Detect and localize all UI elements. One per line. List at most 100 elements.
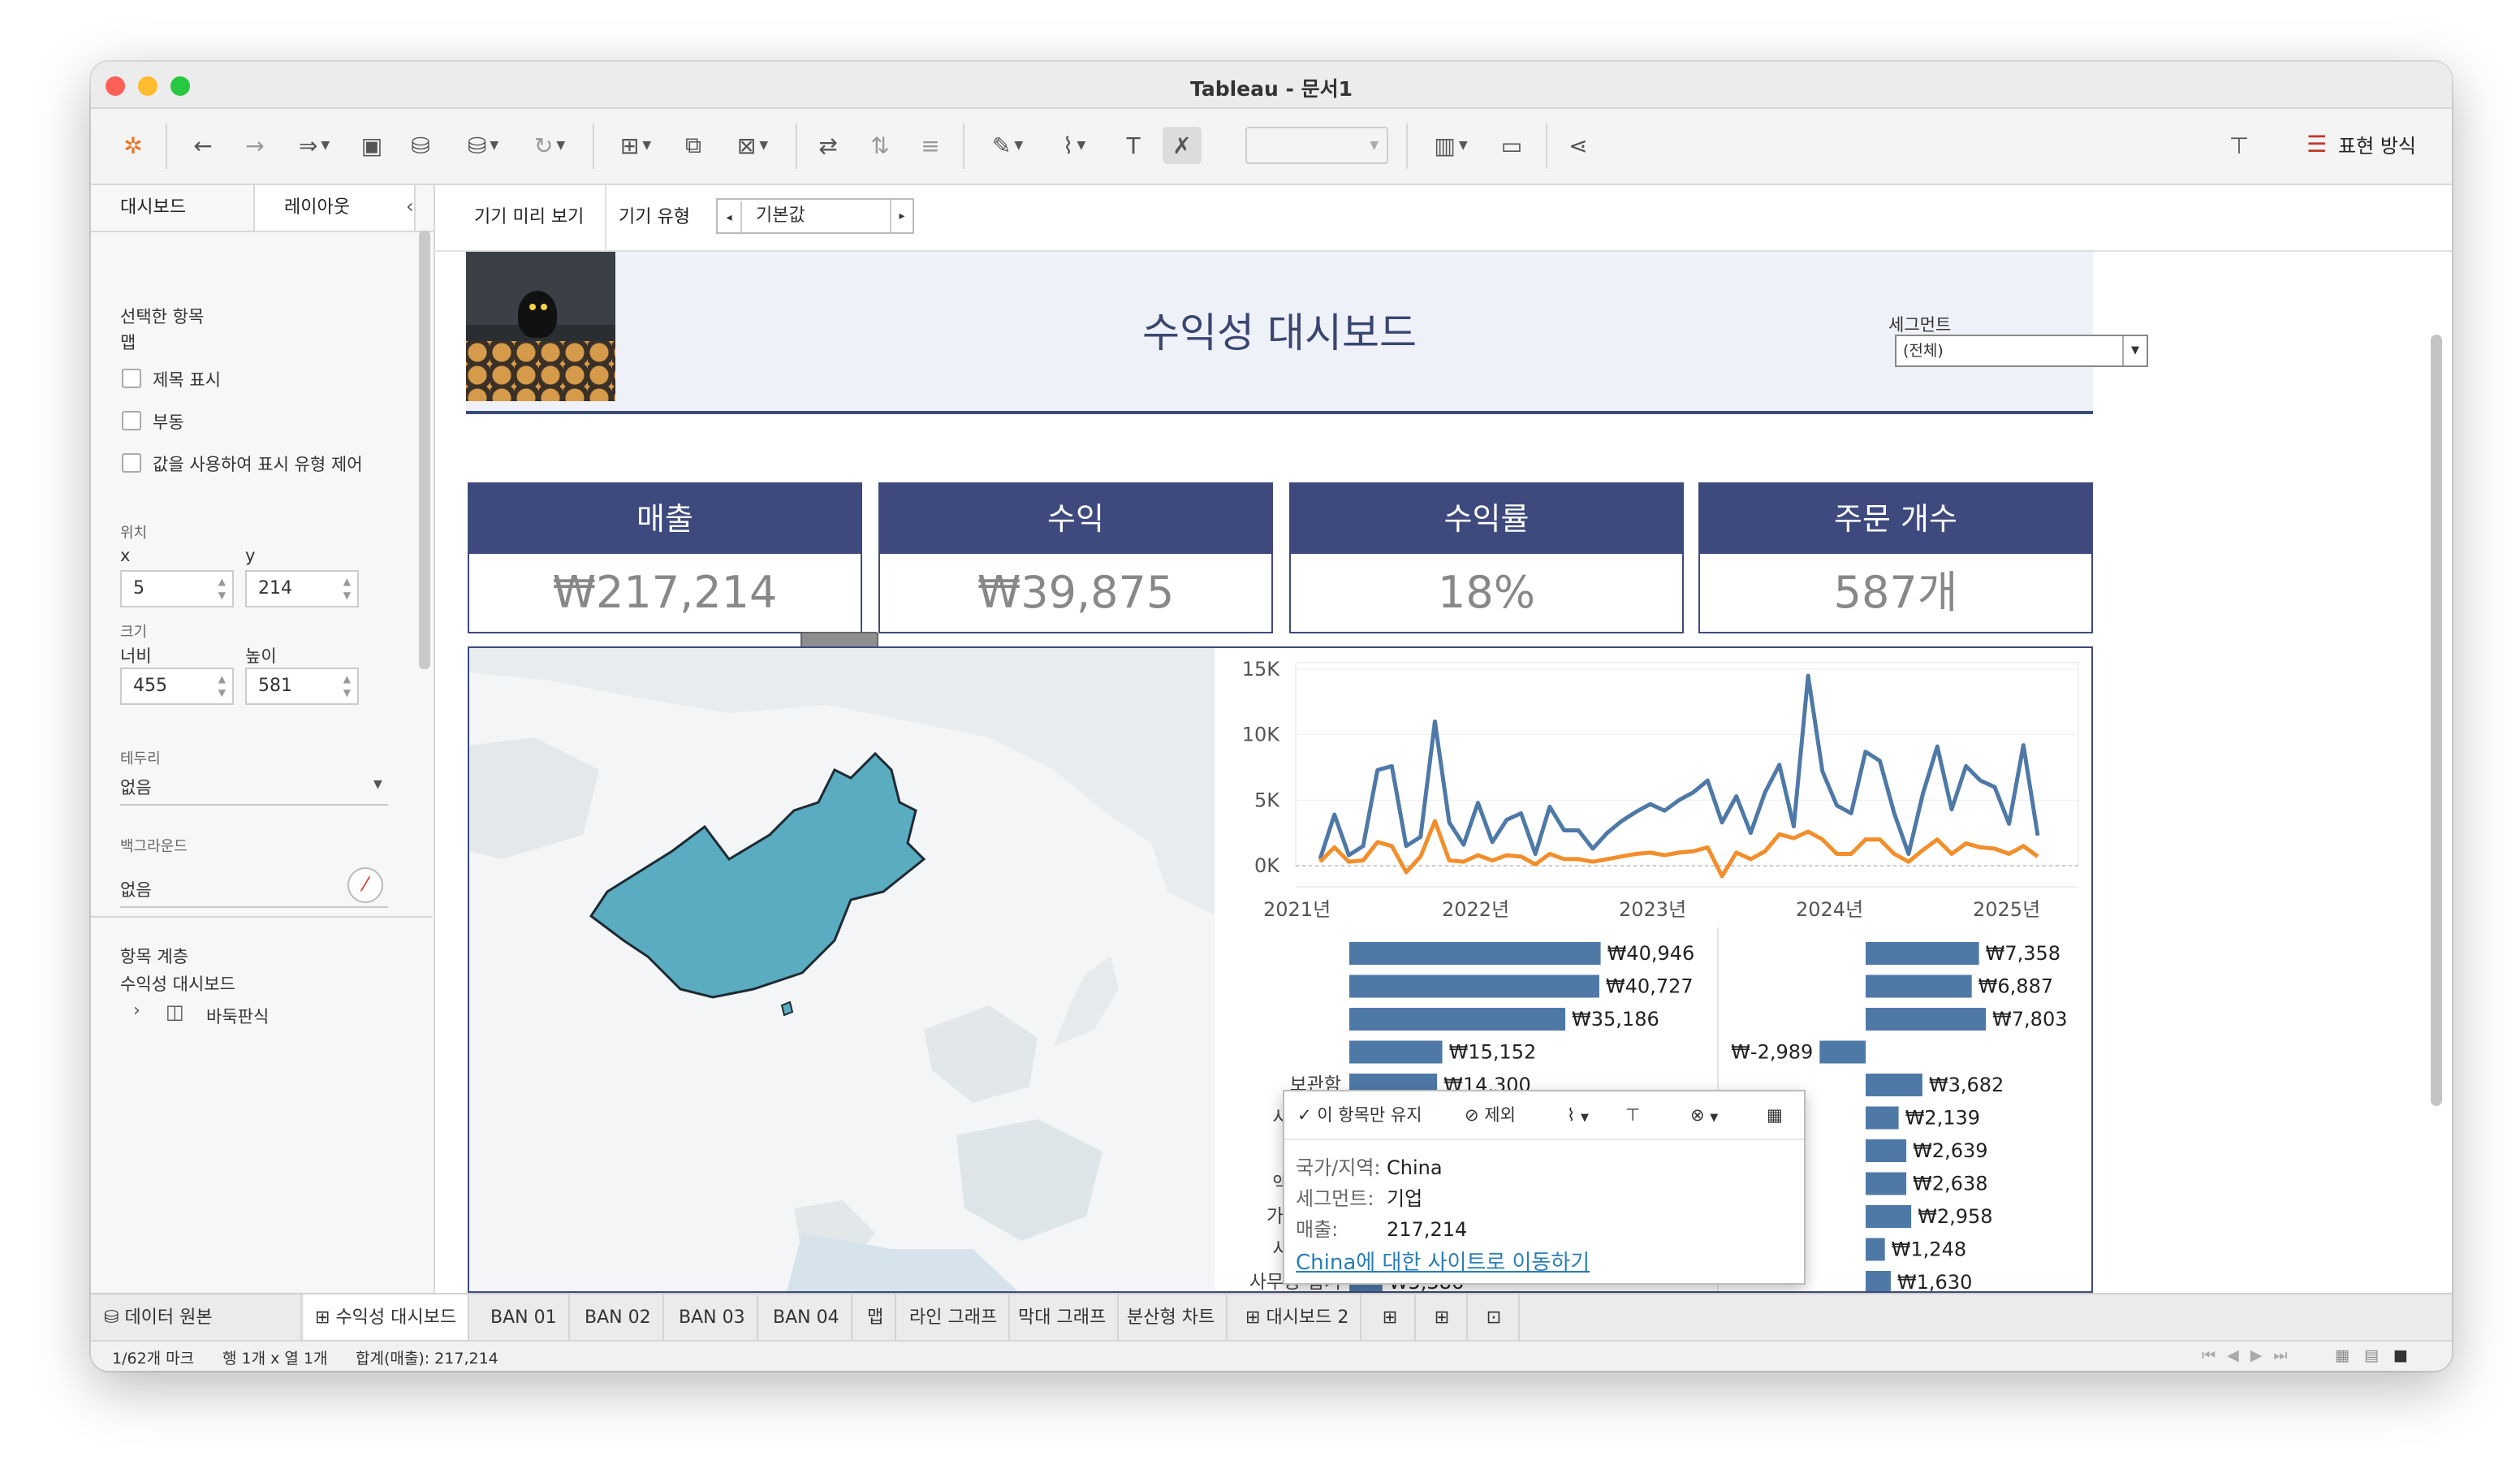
- floating-checkbox[interactable]: [122, 411, 141, 430]
- device-type-select[interactable]: ◂ 기본값 ▸: [716, 198, 914, 234]
- hierarchy-root[interactable]: 수익성 대시보드: [120, 971, 235, 996]
- tab-dashboard[interactable]: 대시보드: [91, 185, 253, 231]
- show-title-checkbox[interactable]: [122, 369, 141, 388]
- kpi-label: 수익률: [1291, 484, 1682, 554]
- tab-ban03[interactable]: BAN 03: [667, 1294, 758, 1342]
- attach-icon[interactable]: ⌇ ▼: [1046, 127, 1102, 164]
- set-icon[interactable]: ⊗ ▼: [1690, 1101, 1718, 1132]
- exclude-button[interactable]: ⊘ 제외: [1465, 1101, 1516, 1129]
- group-icon[interactable]: ⌇ ▼: [1567, 1101, 1589, 1132]
- line-chart[interactable]: 15K 10K 5K 0K 2021년 2022년 2023년 2024년 2025년: [1215, 648, 2093, 924]
- bar-profit: [1819, 1040, 1866, 1064]
- width-input[interactable]: 455 ▲ ▼: [120, 668, 234, 705]
- collapse-panel-icon[interactable]: ‹: [406, 195, 414, 218]
- header-band: 수익성 대시보드: [466, 252, 2093, 411]
- highlight-tooltip-icon[interactable]: ⊤: [1625, 1101, 1640, 1129]
- keep-only-button[interactable]: ✓ 이 항목만 유지: [1297, 1101, 1422, 1129]
- tab-dashboard-main[interactable]: ⊞ 수익성 대시보드: [304, 1294, 470, 1342]
- y-input[interactable]: 214 ▲ ▼: [245, 570, 359, 607]
- resize-handle[interactable]: [800, 632, 878, 648]
- kpi-value: 18%: [1437, 567, 1536, 618]
- tab-map[interactable]: 맵: [856, 1294, 897, 1342]
- left-panel: 대시보드 레이아웃 ‹ 선택한 항목 맵 제목 표시 부동 값을 사용하여 표시…: [91, 185, 435, 1293]
- fix-axes-icon[interactable]: ✗: [1163, 127, 1202, 164]
- kpi-card-sales[interactable]: 매출 ₩217,214: [468, 482, 862, 633]
- selected-item: 맵: [120, 333, 136, 352]
- duplicate-icon[interactable]: ⧉: [675, 127, 711, 164]
- redo-run-icon[interactable]: ⇒ ▼: [286, 127, 343, 164]
- share-icon[interactable]: ⋖: [1560, 127, 1596, 164]
- kpi-card-profit[interactable]: 수익 ₩39,875: [878, 482, 1273, 633]
- segment-filter-value: (전체): [1903, 342, 1944, 360]
- sort-asc-icon[interactable]: ⇅: [862, 127, 898, 164]
- datasource-icon[interactable]: ⛁ ▼: [455, 127, 511, 164]
- x-input[interactable]: 5 ▲ ▼: [120, 570, 234, 607]
- tooltip-value: 기업: [1387, 1187, 1423, 1210]
- sort-desc-icon[interactable]: ≡: [913, 127, 948, 164]
- kpi-label: 주문 개수: [1700, 484, 2091, 554]
- format-painter-icon[interactable]: ⊤: [2221, 127, 2257, 164]
- expand-chevron-icon[interactable]: ›: [133, 1000, 140, 1021]
- dashboard-icon: ⊞: [315, 1307, 336, 1328]
- bar-profit: [1866, 1271, 1891, 1291]
- border-dropdown[interactable]: 없음: [120, 775, 152, 799]
- back-arrow-icon[interactable]: ←: [185, 127, 221, 164]
- tab-bar-graph[interactable]: 막대 그래프: [1007, 1294, 1120, 1342]
- prev-device-icon[interactable]: ◂: [718, 201, 742, 234]
- bar-sales: [1349, 1040, 1443, 1064]
- filmstrip-icon[interactable]: ▤: [2364, 1346, 2379, 1364]
- swap-icon[interactable]: ⇄: [810, 127, 846, 164]
- tab-layout[interactable]: 레이아웃: [253, 185, 416, 231]
- new-datasource-icon[interactable]: ⛁: [403, 127, 438, 164]
- tab-line-graph[interactable]: 라인 그래프: [898, 1294, 1011, 1342]
- background-color-picker-icon[interactable]: ⁄: [347, 867, 383, 903]
- presentation-icon[interactable]: ▭: [1494, 127, 1530, 164]
- bar-profit-label: ₩2,639: [1913, 1139, 1987, 1162]
- left-scrollbar[interactable]: [419, 231, 430, 669]
- header-divider: [466, 411, 2093, 414]
- tab-scatter-chart[interactable]: 분산형 차트: [1115, 1294, 1228, 1342]
- show-me-button[interactable]: ☰ 표현 방식: [2306, 130, 2416, 158]
- dashboard-area: 기기 미리 보기 기기 유형 ◂ 기본값 ▸ 수익성 대시보드 세그먼트 (전체…: [435, 185, 2452, 1293]
- x-value: 5: [133, 578, 145, 599]
- tab-ban04[interactable]: BAN 04: [762, 1294, 852, 1342]
- new-worksheet-tab-icon[interactable]: ⊞: [1366, 1294, 1416, 1342]
- bar-profit-label: ₩-2,989: [1731, 1041, 1813, 1064]
- forward-arrow-icon[interactable]: →: [237, 127, 273, 164]
- new-dashboard-tab-icon[interactable]: ⊞: [1418, 1294, 1468, 1342]
- control-mark-checkbox[interactable]: [122, 453, 141, 473]
- tabs-view-icon[interactable]: ■: [2393, 1346, 2408, 1364]
- highlight-icon[interactable]: ✎ ▼: [979, 127, 1036, 164]
- data-source-tab[interactable]: ⛁ 데이터 원본: [91, 1294, 302, 1342]
- tab-ban02[interactable]: BAN 02: [573, 1294, 664, 1342]
- bar-sales-label: ₩40,946: [1607, 942, 1695, 965]
- kpi-label: 수익: [880, 484, 1271, 554]
- save-icon[interactable]: ▣: [354, 127, 390, 164]
- sheet-nav-arrows-icon[interactable]: ⏮◀▶⏭: [2202, 1346, 2298, 1364]
- new-story-tab-icon[interactable]: ⊡: [1469, 1294, 1520, 1342]
- next-device-icon[interactable]: ▸: [890, 200, 913, 232]
- tab-dashboard-2[interactable]: ⊞ 대시보드 2: [1234, 1294, 1362, 1342]
- show-cards-icon[interactable]: ▥ ▼: [1422, 127, 1479, 164]
- sheet-sorter-icon[interactable]: ▦: [2335, 1346, 2350, 1364]
- fit-dropdown[interactable]: ▼: [1245, 127, 1388, 164]
- map-view[interactable]: [468, 646, 1215, 1293]
- kpi-card-margin[interactable]: 수익률 18%: [1289, 482, 1684, 633]
- title-bar: Tableau - 문서1: [91, 62, 2452, 109]
- tableau-logo-icon[interactable]: ✲: [114, 127, 153, 164]
- tiled-icon: ◫: [166, 1000, 184, 1023]
- dashboard-scrollbar[interactable]: [2431, 335, 2442, 1106]
- height-input[interactable]: 581 ▲ ▼: [245, 668, 359, 705]
- new-worksheet-icon[interactable]: ⊞ ▼: [607, 127, 664, 164]
- tooltip-url-link[interactable]: China에 대한 사이트로 이동하기: [1296, 1246, 1590, 1276]
- view-data-icon[interactable]: ▦: [1767, 1101, 1783, 1129]
- device-preview-button[interactable]: 기기 미리 보기: [453, 185, 607, 250]
- clear-sheet-icon[interactable]: ⊠ ▼: [724, 127, 781, 164]
- kpi-card-orders[interactable]: 주문 개수 587개: [1698, 482, 2093, 633]
- refresh-icon[interactable]: ↻ ▼: [521, 127, 578, 164]
- kpi-value: ₩217,214: [552, 567, 778, 618]
- hierarchy-child[interactable]: 바둑판식: [206, 1004, 269, 1028]
- tab-ban01[interactable]: BAN 01: [479, 1294, 570, 1342]
- text-label-icon[interactable]: T: [1115, 127, 1151, 164]
- segment-filter-dropdown[interactable]: (전체) ▼: [1895, 335, 2148, 367]
